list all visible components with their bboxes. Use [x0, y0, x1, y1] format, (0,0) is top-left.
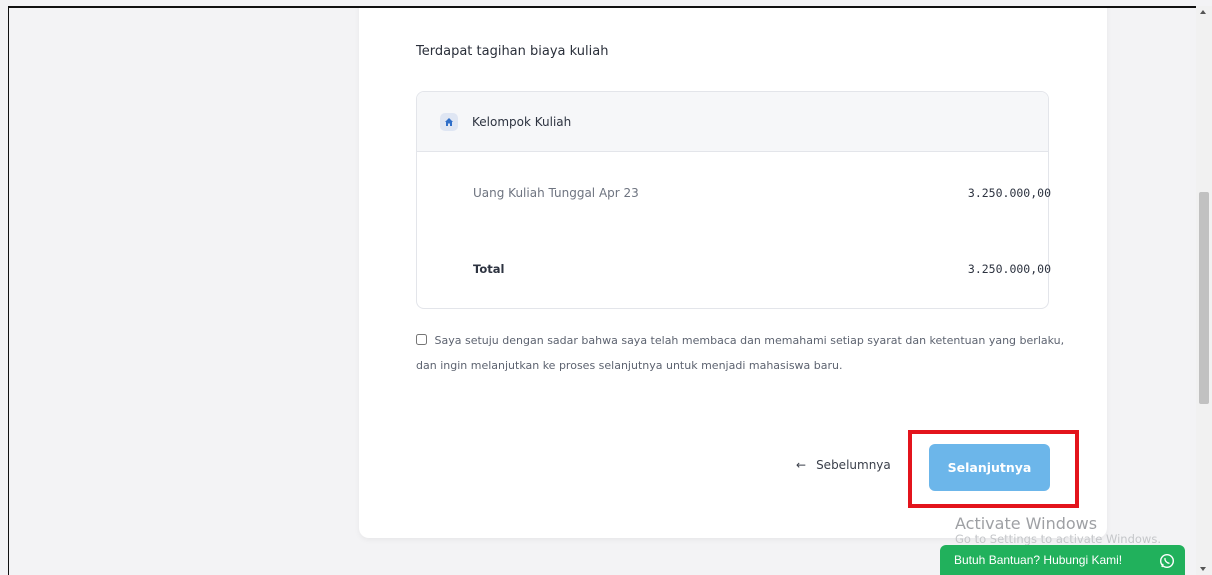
- help-chat-label: Butuh Bantuan? Hubungi Kami!: [954, 553, 1123, 567]
- next-button[interactable]: Selanjutnya: [929, 444, 1050, 491]
- billing-item-label: Uang Kuliah Tunggal Apr 23: [473, 186, 639, 200]
- billing-group-header: Kelompok Kuliah: [417, 92, 1048, 152]
- home-icon: [440, 112, 458, 131]
- billing-total-label: Total: [473, 262, 505, 276]
- previous-button[interactable]: ← Sebelumnya: [796, 458, 891, 472]
- agreement-block: Saya setuju dengan sadar bahwa saya tela…: [416, 328, 1066, 378]
- help-chat-button[interactable]: Butuh Bantuan? Hubungi Kami!: [940, 545, 1185, 575]
- billing-group-label: Kelompok Kuliah: [472, 114, 572, 129]
- billing-table: Kelompok Kuliah: [416, 91, 1049, 309]
- form-card: Terdapat tagihan biaya kuliah Kelompok K…: [359, 8, 1107, 538]
- agreement-text: Saya setuju dengan sadar bahwa saya tela…: [416, 334, 1065, 372]
- agreement-checkbox[interactable]: [416, 334, 427, 345]
- scrollbar-thumb[interactable]: [1199, 192, 1209, 404]
- watermark-line1: Activate Windows: [955, 514, 1098, 533]
- billing-item-row: Uang Kuliah Tunggal Apr 23 3.250.000,00: [416, 186, 1080, 200]
- vertical-scrollbar[interactable]: [1196, 6, 1212, 575]
- scroll-up-icon[interactable]: [1200, 10, 1206, 14]
- billing-total-row: Total 3.250.000,00: [416, 262, 1080, 276]
- scroll-down-icon[interactable]: [1200, 567, 1206, 571]
- billing-item-amount: 3.250.000,00: [967, 186, 1051, 200]
- arrow-left-icon: ←: [796, 458, 807, 472]
- section-heading: Terdapat tagihan biaya kuliah: [416, 44, 609, 59]
- billing-total-amount: 3.250.000,00: [967, 262, 1051, 276]
- browser-viewport: Terdapat tagihan biaya kuliah Kelompok K…: [8, 6, 1196, 575]
- windows-activation-watermark: Activate Windows Go to Settings to activ…: [955, 514, 1161, 547]
- whatsapp-icon: [1159, 553, 1175, 569]
- previous-button-label: Sebelumnya: [816, 458, 891, 472]
